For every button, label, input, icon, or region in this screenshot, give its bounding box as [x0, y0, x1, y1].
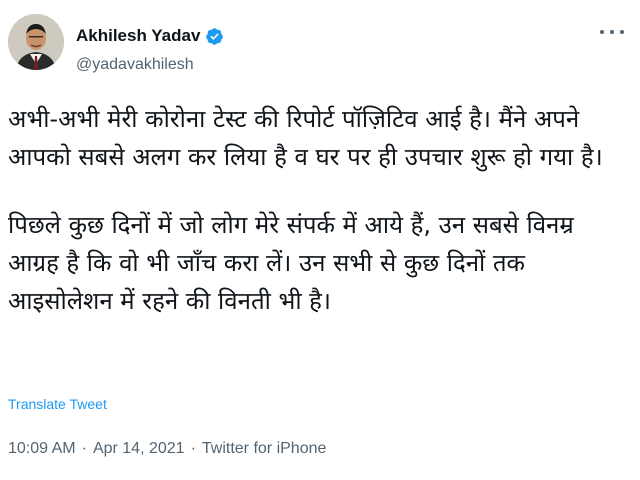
- translate-tweet-link[interactable]: Translate Tweet: [8, 396, 107, 412]
- more-dot: [620, 30, 624, 34]
- display-name[interactable]: Akhilesh Yadav: [76, 26, 200, 46]
- tweet-source[interactable]: Twitter for iPhone: [202, 440, 327, 458]
- name-row: Akhilesh Yadav: [76, 26, 224, 46]
- meta-separator: ·: [81, 440, 87, 457]
- more-dot: [600, 30, 604, 34]
- avatar[interactable]: [8, 14, 64, 70]
- tweet-date[interactable]: Apr 14, 2021: [93, 440, 185, 458]
- tweet-time[interactable]: 10:09 AM: [8, 440, 76, 458]
- tweet-card: Akhilesh Yadav @yadavakhilesh अभी-अभी मे…: [0, 0, 640, 480]
- meta-separator: ·: [190, 440, 196, 457]
- tweet-paragraph: अभी-अभी मेरी कोरोना टेस्ट की रिपोर्ट पॉज…: [8, 105, 603, 171]
- user-handle[interactable]: @yadavakhilesh: [76, 56, 194, 74]
- tweet-paragraph: पिछले कुछ दिनों में जो लोग मेरे संपर्क म…: [8, 211, 574, 315]
- tweet-metadata: 10:09 AM · Apr 14, 2021 · Twitter for iP…: [8, 440, 326, 458]
- tweet-header: Akhilesh Yadav @yadavakhilesh: [8, 8, 632, 88]
- more-dot: [610, 30, 614, 34]
- tweet-text: अभी-अभी मेरी कोरोना टेस्ट की रिपोर्ट पॉज…: [8, 100, 628, 320]
- avatar-image: [8, 14, 64, 70]
- verified-badge-icon: [206, 27, 224, 45]
- more-options-icon[interactable]: [600, 24, 624, 40]
